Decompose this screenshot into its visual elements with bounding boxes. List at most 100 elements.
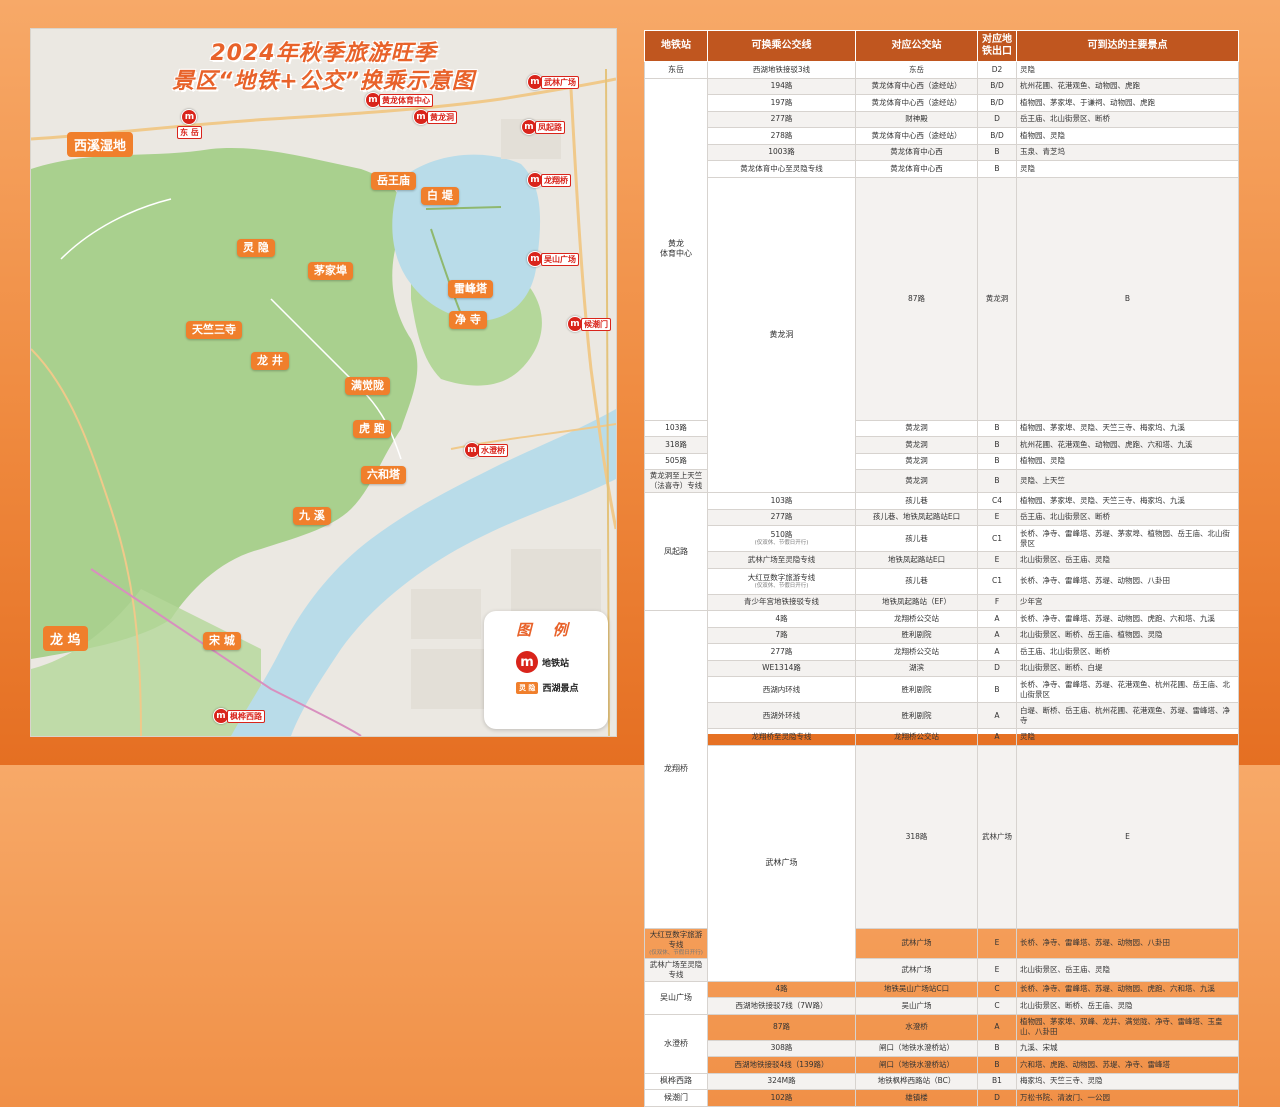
route-note: (仅双休、节假日开行) (649, 949, 703, 956)
table-row: 青少年宫地铁接驳专线 地铁凤起路站（EF） F 少年宫 (645, 593, 1239, 611)
spot-longjing: 龙 井 (251, 352, 289, 370)
cell-exit: E (1016, 744, 1239, 929)
cell-bus-route: 102路 (707, 1089, 856, 1107)
table-row: 西湖地铁接驳4线（139路） 闸口（地铁水澄桥站） B 六和塔、虎跑、动物园、苏堤、净… (645, 1056, 1239, 1074)
cell-bus-route: 西湖内环线 (707, 676, 856, 703)
table-row: 黄龙 体育中心 194路 黄龙体育中心西（途经站） B/D 杭州花圃、花港观鱼、动物园、… (644, 77, 1239, 421)
metro-station-huanglong-center[interactable]: m 黄龙体育中心 (365, 92, 433, 108)
spot-lingyin: 灵 隐 (237, 239, 275, 257)
table-row: 龙翔桥 4路 龙翔桥公交站 A 长桥、净寺、雷峰塔、苏堤、动物园、虎跑、六和塔、九溪 (644, 610, 1239, 929)
cell-station: 候潮门 (644, 1089, 708, 1107)
legend-metro-label: 地铁站 (542, 658, 570, 669)
cell-scenic-spots: 六和塔、虎跑、动物园、苏堤、净寺、雷峰塔 (1016, 1056, 1239, 1074)
table-row: 7路 胜利剧院 A 北山街景区、断桥、岳王庙、植物园、灵隐 (645, 626, 1239, 644)
header-exit: 对应地铁出口 (977, 30, 1017, 62)
cell-bus-route: 318路 (644, 436, 708, 454)
spot-baidi: 白 堤 (421, 187, 459, 205)
cell-exit: D (977, 1089, 1017, 1107)
table-row: 大红豆数字旅游专线 (仅双休、节假日开行) 孩儿巷 C1 长桥、净寺、雷峰塔、苏堤、动物… (645, 567, 1239, 595)
cell-bus-stop: 孩儿巷、地铁凤起路站E口 (855, 508, 978, 526)
metro-label: 武林广场 (541, 75, 579, 89)
cell-bus-route: 87路 (855, 176, 978, 421)
metro-label: 枫桦西路 (227, 709, 265, 723)
cell-bus-stop: 黄龙体育中心西（途经站） (855, 127, 978, 145)
spot-liuheta: 六和塔 (361, 466, 406, 484)
cell-exit: A (977, 643, 1017, 661)
cell-bus-route: 西湖地铁接驳4线（139路） (707, 1056, 856, 1074)
metro-station-fenghua[interactable]: m 枫桦西路 (213, 708, 265, 724)
table-row: 吴山广场 4路 地铁吴山广场站C口 C 长桥、净寺、雷峰塔、苏堤、动物园、虎跑、六和塔、… (644, 980, 1239, 1015)
cell-bus-route: 1003路 (707, 143, 856, 161)
cell-exit: C1 (977, 525, 1017, 552)
cell-bus-route: 318路 (855, 744, 978, 929)
legend-spot-row: 灵 隐 西湖景点 (516, 681, 578, 694)
table-row: 510路 (仅双休、节假日开行) 孩儿巷 C1 长桥、净寺、雷峰塔、苏堤、茅家埠、植物园… (645, 525, 1239, 552)
cell-bus-route: 277路 (707, 110, 856, 128)
cell-exit: A (977, 610, 1017, 628)
cell-scenic-spots: 植物园、灵隐 (1016, 127, 1239, 145)
cell-bus-route: 194路 (707, 77, 856, 95)
transfer-map: 2024年秋季旅游旺季 景区“地铁+公交”换乘示意图 西溪湿地 龙 坞 岳王庙 … (30, 28, 617, 737)
legend-title: 图 例 (516, 621, 576, 639)
cell-exit: B (977, 419, 1017, 437)
table-row: 277路 财神殿 D 岳王庙、北山街景区、断桥 (645, 110, 1239, 128)
cell-bus-stop: 黄龙洞 (855, 419, 978, 437)
cell-bus-stop: 武林广场 (855, 957, 978, 982)
metro-label: 东 岳 (177, 126, 202, 139)
metro-station-wushan[interactable]: m 吴山广场 (527, 251, 579, 267)
table-row: 西湖地铁接驳7线（7W路） 吴山广场 C 北山街景区、断桥、岳王庙、灵隐 (645, 997, 1239, 1015)
metro-station-houchao[interactable]: m 候潮门 (567, 316, 611, 332)
transfer-table: 地铁站 可换乘公交线 对应公交站 对应地铁出口 可到达的主要景点 东岳 西湖地铁接… (644, 30, 1239, 1107)
cell-scenic-spots: 玉泉、青芝坞 (1016, 143, 1239, 161)
cell-exit: E (977, 508, 1017, 526)
cell-bus-route: 青少年宫地铁接驳专线 (707, 593, 856, 611)
metro-label: 候潮门 (581, 317, 611, 331)
metro-station-dongyue[interactable]: m 东 岳 (177, 109, 202, 139)
legend-metro-row: m 地铁站 (516, 651, 569, 673)
header-bus-route: 可换乘公交线 (707, 30, 856, 62)
metro-label: 龙翔桥 (541, 173, 571, 187)
cell-bus-route: 324M路 (707, 1072, 856, 1090)
cell-scenic-spots: 梅家坞、天竺三寺、灵隐 (1016, 1072, 1239, 1090)
cell-scenic-spots: 白堤、断桥、岳王庙、杭州花圃、花港观鱼、苏堤、雷峰塔、净寺 (1016, 702, 1239, 729)
cell-bus-route: 7路 (707, 626, 856, 644)
metro-station-shuicheng[interactable]: m 水澄桥 (464, 442, 508, 458)
cell-bus-stop: 水澄桥 (855, 1013, 978, 1041)
cell-station: 枫桦西路 (644, 1072, 708, 1090)
metro-station-longxiang[interactable]: m 龙翔桥 (527, 172, 571, 188)
area-longwu: 龙 坞 (43, 626, 88, 651)
cell-exit: B (977, 160, 1017, 178)
cell-bus-stop: 闸口（地铁水澄桥站） (855, 1039, 978, 1057)
cell-exit: B (1016, 176, 1239, 421)
cell-bus-stop: 雄镇楼 (855, 1089, 978, 1107)
cell-scenic-spots: 北山街景区、断桥、岳王庙、植物园、灵隐 (1016, 626, 1239, 644)
cell-exit: C (977, 980, 1017, 998)
spot-manjuelong: 满觉陇 (345, 377, 390, 395)
legend-spot-label: 西湖景点 (542, 684, 579, 694)
cell-bus-stop: 龙翔桥公交站 (855, 728, 978, 746)
cell-station: 凤起路 (644, 492, 708, 611)
cell-scenic-spots: 北山街景区、断桥、岳王庙、灵隐 (1016, 997, 1239, 1015)
cell-bus-stop: 孩儿巷 (855, 525, 978, 552)
metro-label: 黄龙体育中心 (379, 93, 433, 107)
cell-exit: B (977, 452, 1017, 470)
metro-station-huanglongdong[interactable]: m 黄龙洞 (413, 109, 457, 125)
map-legend: 图 例 m 地铁站 灵 隐 西湖景点 (484, 611, 608, 729)
legend-spot-sample: 灵 隐 (516, 681, 539, 694)
header-bus-stop: 对应公交站 (855, 30, 978, 62)
metro-label: 凤起路 (535, 120, 565, 134)
spot-hupao: 虎 跑 (353, 420, 391, 438)
cell-exit: A (977, 1013, 1017, 1041)
cell-bus-stop: 黄龙洞 (977, 176, 1017, 421)
cell-station: 吴山广场 (644, 980, 708, 1015)
cell-scenic-spots: 植物园、茅家埠、灵隐、天竺三寺、梅家坞、九溪 (1016, 492, 1239, 510)
cell-scenic-spots: 植物园、灵隐 (1016, 452, 1239, 470)
metro-station-fengqi[interactable]: m 凤起路 (521, 119, 565, 135)
cell-bus-stop: 吴山广场 (855, 997, 978, 1015)
spot-leifengta: 雷峰塔 (448, 280, 493, 298)
metro-station-wulin[interactable]: m 武林广场 (527, 74, 579, 90)
cell-bus-stop: 地铁枫桦西路站（BC） (855, 1072, 978, 1090)
cell-exit: B (977, 1039, 1017, 1057)
cell-scenic-spots: 植物园、茅家埠、灵隐、天竺三寺、梅家坞、九溪 (1016, 419, 1239, 437)
cell-bus-stop: 地铁凤起路站（EF） (855, 593, 978, 611)
